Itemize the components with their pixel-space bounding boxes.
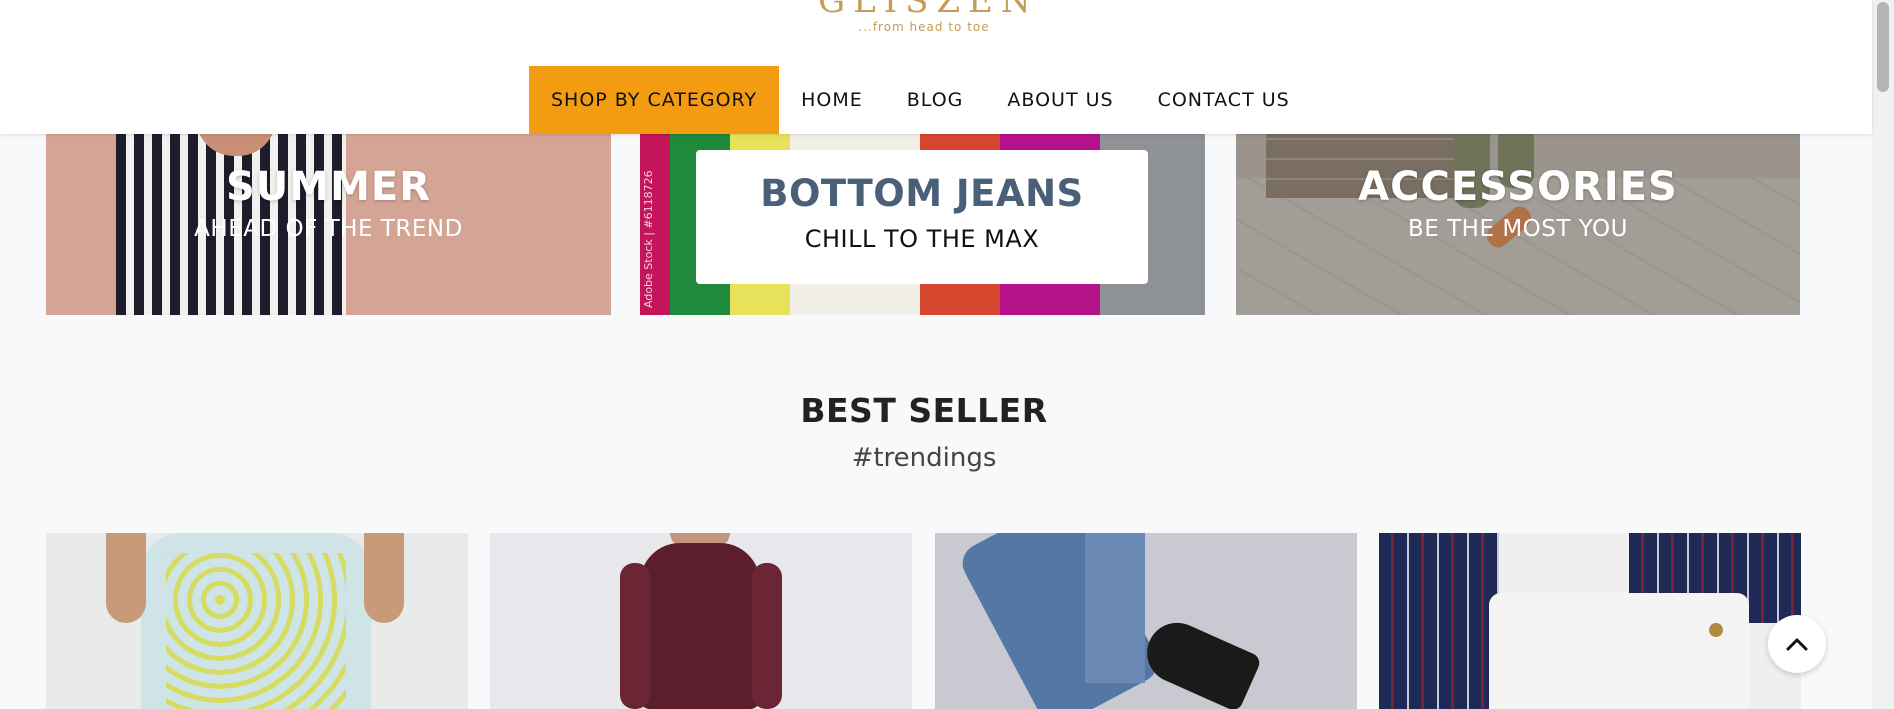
black-heel-image [1137,613,1263,709]
summer-title: SUMMER [225,164,432,210]
floral-pattern-image [166,553,346,709]
sleeve-image [620,563,650,709]
brand-tagline: ...from head to toe [858,20,990,34]
site-header: GLISZEN ...from head to toe SHOP BY CATE… [0,0,1872,134]
summer-subtitle: AHEAD OF THE TREND [194,216,463,242]
accessories-title: ACCESSORIES [1358,164,1678,210]
category-banner-accessories[interactable]: ACCESSORIES BE THE MOST YOU [1236,118,1800,315]
accessories-subtitle: BE THE MOST YOU [1408,216,1628,242]
scrollbar-thumb[interactable] [1877,2,1889,92]
sleeve-image [752,563,782,709]
arm-image [364,533,404,623]
product-card[interactable] [490,533,912,709]
accessories-caption: ACCESSORIES BE THE MOST YOU [1236,164,1800,242]
jeans-subtitle: CHILL TO THE MAX [804,225,1040,253]
product-card[interactable] [1379,533,1801,709]
burgundy-dress-image [640,543,760,709]
brand-logo[interactable]: GLISZEN ...from head to toe [818,0,1039,34]
best-seller-subtitle: #trendings [851,443,997,473]
nav-contact-us[interactable]: CONTACT US [1136,66,1312,134]
best-seller-title: BEST SELLER [800,391,1048,430]
arm-image [106,533,146,623]
nav-home[interactable]: HOME [779,66,885,134]
main-nav: SHOP BY CATEGORY HOME BLOG ABOUT US CONT… [529,66,1312,134]
jeans-title: BOTTOM JEANS [760,172,1084,215]
button-detail-image [1709,623,1723,637]
nav-shop-by-category[interactable]: SHOP BY CATEGORY [529,66,780,134]
nav-blog[interactable]: BLOG [885,66,986,134]
plaid-shirt-image [1379,533,1499,709]
back-to-top-button[interactable] [1768,615,1826,673]
category-banner-summer[interactable]: SUMMER AHEAD OF THE TREND [46,118,611,315]
product-card[interactable] [46,533,468,709]
page-scrollbar[interactable] [1872,0,1894,709]
chevron-up-icon [1786,638,1808,651]
jeans-caption-card: BOTTOM JEANS CHILL TO THE MAX [696,150,1148,284]
product-card[interactable] [935,533,1357,709]
white-pants-image [1489,593,1749,709]
brand-wordmark: GLISZEN [818,0,1039,21]
stock-watermark: Adobe Stock | #6118726 [642,170,655,308]
nav-about-us[interactable]: ABOUT US [985,66,1135,134]
category-banner-jeans[interactable]: Adobe Stock | #6118726 BOTTOM JEANS CHIL… [640,118,1205,315]
jeans-leg-image [1085,533,1145,683]
summer-caption: SUMMER AHEAD OF THE TREND [46,164,611,242]
